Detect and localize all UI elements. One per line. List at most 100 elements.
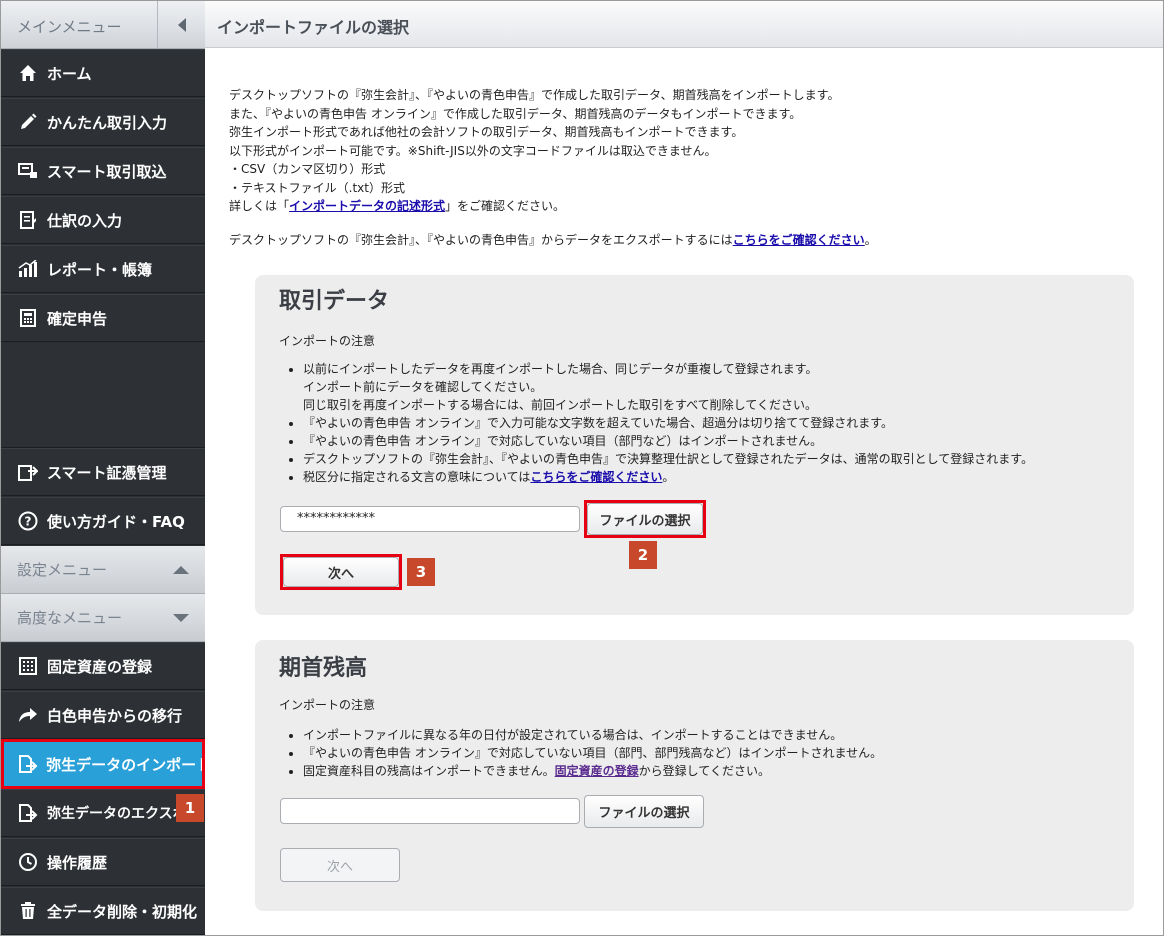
sidebar-item-home[interactable]: ホーム <box>1 49 205 97</box>
svg-text:?: ? <box>25 515 32 529</box>
note-text: 。 <box>662 470 675 484</box>
import-notes-title: インポートの注意 <box>279 334 376 348</box>
intro-line: 弥生インポート形式であれば他社の会計ソフトの取引データ、期首残高もインポートでき… <box>229 125 744 139</box>
trash-icon <box>17 900 39 922</box>
sidebar-item-smart-import[interactable]: スマート取引取込 <box>1 147 205 195</box>
sidebar-header: メインメニュー <box>1 1 205 49</box>
intro-line: 以下形式がインポート可能です。※Shift-JIS以外の文字コードファイルは取込… <box>229 143 717 158</box>
import-format-link[interactable]: インポートデータの記述形式 <box>289 199 445 213</box>
opening-balance-file-select-button[interactable]: ファイルの選択 <box>584 795 704 828</box>
intro-line: 詳しくは「インポートデータの記述形式」をご確認ください。 <box>229 197 839 216</box>
note-text: 税区分に指定される文言の意味については <box>303 470 531 484</box>
sidebar-item-report[interactable]: レポート・帳簿 <box>1 245 205 293</box>
sidebar-item-label: ホーム <box>47 64 92 83</box>
sidebar-item-journal[interactable]: 仕訳の入力 <box>1 196 205 244</box>
step-badge-3: 3 <box>407 558 435 586</box>
page-header: インポートファイルの選択 <box>205 1 1163 48</box>
opening-balance-file-field[interactable] <box>280 798 580 824</box>
sidebar-item-smart-voucher[interactable]: スマート証憑管理 <box>1 448 205 496</box>
sidebar-item-white-migration[interactable]: 白色申告からの移行 <box>1 691 205 739</box>
note-text: インポート前にデータを確認してください。 <box>303 380 543 394</box>
list-item: 固定資産科目の残高はインポートできません。固定資産の登録から登録してください。 <box>303 762 882 780</box>
intro-text: デスクトップソフトの『弥生会計』、『やよいの青色申告』で作成した取引データ、期首… <box>229 86 839 216</box>
sidebar-item-guide[interactable]: ? 使い方ガイド・FAQ <box>1 497 205 545</box>
chevron-down-icon <box>173 613 189 622</box>
home-icon <box>17 62 39 84</box>
sidebar-item-kantan-input[interactable]: かんたん取引入力 <box>1 98 205 146</box>
sidebar-item-label: 操作履歴 <box>47 853 108 872</box>
import-notes-title: インポートの注意 <box>279 698 376 712</box>
fixed-asset-register-link[interactable]: 固定資産の登録 <box>555 764 639 778</box>
sidebar-item-label: 仕訳の入力 <box>47 211 123 230</box>
file-export-icon <box>17 802 39 824</box>
sidebar-item-label: レポート・帳簿 <box>47 260 153 279</box>
import-icon <box>17 160 39 182</box>
sidebar-item-kakutei[interactable]: 確定申告 <box>1 294 205 342</box>
sidebar-item-label: スマート取引取込 <box>47 162 167 181</box>
document-upload-icon <box>17 461 39 483</box>
tax-category-link[interactable]: こちらをご確認ください <box>530 470 662 484</box>
step-badge-2: 2 <box>629 541 657 569</box>
sidebar-item-label: 確定申告 <box>47 309 108 328</box>
transaction-data-title: 取引データ <box>279 289 390 314</box>
list-item: デスクトップソフトの『弥生会計』、『やよいの青色申告』で決算整理仕訳として登録さ… <box>303 450 1033 468</box>
opening-balance-title: 期首残高 <box>279 656 368 681</box>
highlight-box-next <box>280 554 402 590</box>
calculator-icon <box>17 307 39 329</box>
history-icon <box>17 851 39 873</box>
transaction-file-field[interactable]: ************ <box>280 506 580 532</box>
chevron-up-icon <box>173 565 189 574</box>
page-title: インポートファイルの選択 <box>217 18 410 37</box>
list-item: 以前にインポートしたデータを再度インポートした場合、同じデータが重複して登録され… <box>303 360 1033 414</box>
settings-menu-label: 設定メニュー <box>17 561 108 579</box>
sidebar-item-reset[interactable]: 全データ削除・初期化 <box>1 887 205 935</box>
list-item: インポートファイルに異なる年の日付が設定されている場合は、インポートすることはで… <box>303 726 882 744</box>
settings-menu-toggle[interactable]: 設定メニュー <box>1 546 205 594</box>
share-arrow-icon <box>17 704 39 726</box>
sidebar-item-label: 使い方ガイド・FAQ <box>47 512 185 531</box>
note-text: 同じ取引を再度インポートする場合には、前回インポートした取引をすべて削除してくだ… <box>303 398 817 412</box>
sidebar-collapse-button[interactable] <box>157 1 205 48</box>
export-info: デスクトップソフトの『弥生会計』、『やよいの青色申告』からデータをエクスポートす… <box>229 231 877 248</box>
list-item: 税区分に指定される文言の意味についてはこちらをご確認ください。 <box>303 468 1033 486</box>
export-confirm-link[interactable]: こちらをご確認ください <box>733 233 865 247</box>
sidebar-item-label: スマート証憑管理 <box>47 463 167 482</box>
list-item: 『やよいの青色申告 オンライン』で対応していない項目（部門など）はインポートされ… <box>303 432 1033 450</box>
export-info-text: 。 <box>864 233 877 247</box>
import-notes-list: 以前にインポートしたデータを再度インポートした場合、同じデータが重複して登録され… <box>303 360 1033 486</box>
intro-line: また、『やよいの青色申告 オンライン』で作成した取引データ、期首残高のデータもイ… <box>229 106 802 121</box>
sidebar-item-label: 白色申告からの移行 <box>47 706 183 725</box>
sidebar-item-label: 固定資産の登録 <box>47 657 153 676</box>
note-text: 固定資産科目の残高はインポートできません。 <box>303 764 555 778</box>
sidebar-item-history[interactable]: 操作履歴 <box>1 838 205 886</box>
advanced-menu-toggle[interactable]: 高度なメニュー <box>1 594 205 642</box>
journal-icon <box>17 209 39 231</box>
export-info-text: デスクトップソフトの『弥生会計』、『やよいの青色申告』からデータをエクスポートす… <box>229 233 733 247</box>
sidebar-item-fixed-assets[interactable]: 固定資産の登録 <box>1 642 205 690</box>
sidebar-item-label: 弥生データのエクスポート <box>47 806 185 822</box>
report-icon <box>17 258 39 280</box>
opening-balance-next-button[interactable]: 次へ <box>280 848 400 882</box>
step-badge-1: 1 <box>176 794 204 822</box>
intro-text-fragment: 」をご確認ください。 <box>445 199 566 213</box>
advanced-menu-label: 高度なメニュー <box>17 609 123 627</box>
sidebar: メインメニュー ホーム かんたん取引入力 スマート取引取込 仕訳の入力 レポート… <box>1 1 205 935</box>
chevron-left-icon <box>177 17 186 32</box>
building-icon <box>17 655 39 677</box>
sidebar-item-label: 全データ削除・初期化 <box>47 902 198 921</box>
list-item: 『やよいの青色申告 オンライン』で対応していない項目（部門、部門残高など）はイン… <box>303 744 882 762</box>
note-text: 以前にインポートしたデータを再度インポートした場合、同じデータが重複して登録され… <box>303 362 818 376</box>
import-notes-list: インポートファイルに異なる年の日付が設定されている場合は、インポートすることはで… <box>303 726 882 780</box>
intro-line: ・テキストファイル（.txt）形式 <box>229 180 405 195</box>
highlight-box-file-select <box>584 500 706 538</box>
help-icon: ? <box>17 510 39 532</box>
intro-text-fragment: 詳しくは「 <box>229 199 290 213</box>
pencil-icon <box>17 111 39 133</box>
sidebar-item-yayoi-export[interactable]: 弥生データのエクスポート <box>1 789 205 837</box>
highlight-box-import <box>1 739 205 789</box>
list-item: 『やよいの青色申告 オンライン』で入力可能な文字数を超えていた場合、超過分は切り… <box>303 414 1033 432</box>
sidebar-spacer <box>1 343 205 448</box>
intro-line: デスクトップソフトの『弥生会計』、『やよいの青色申告』で作成した取引データ、期首… <box>229 88 840 102</box>
sidebar-item-label: かんたん取引入力 <box>47 113 168 132</box>
note-text: から登録してください。 <box>638 764 770 778</box>
